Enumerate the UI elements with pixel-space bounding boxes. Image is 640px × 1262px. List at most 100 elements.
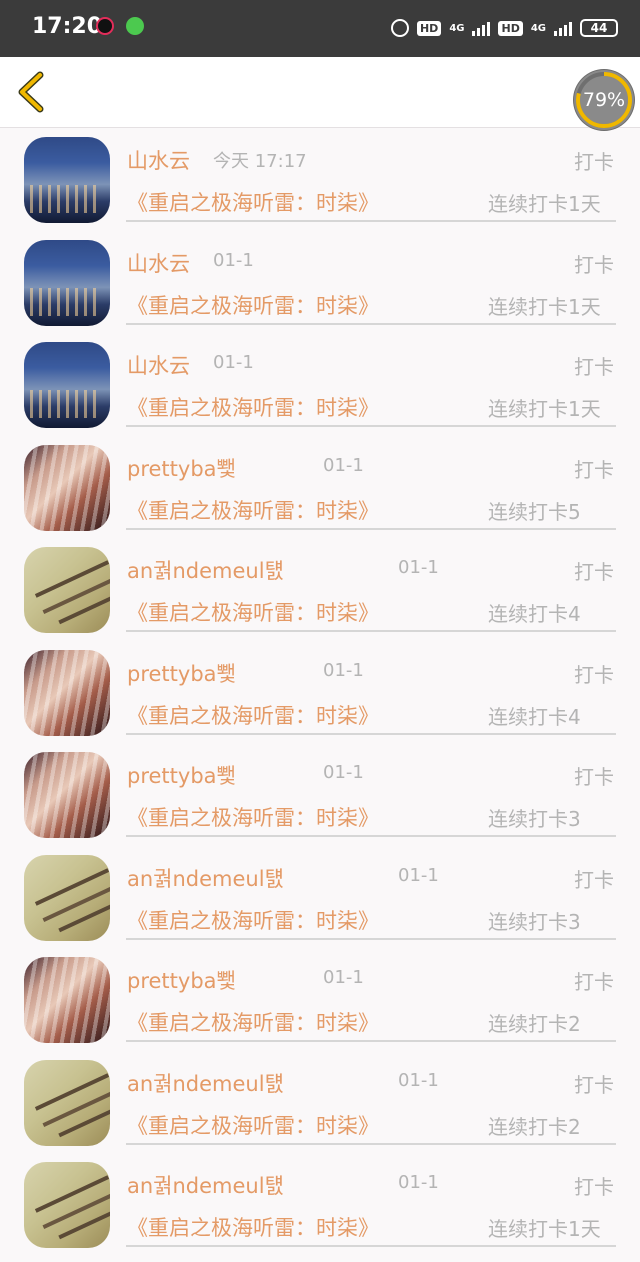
user-name[interactable]: prettyba뾏 bbox=[127, 965, 236, 995]
user-name[interactable]: an궑ndemeul턠 bbox=[127, 863, 284, 893]
book-title[interactable]: 《重启之极海听雷：时柒》 bbox=[127, 802, 379, 832]
checkin-action-label: 打卡 bbox=[574, 662, 614, 687]
checkin-action-label: 打卡 bbox=[574, 560, 614, 584]
avatar[interactable] bbox=[24, 137, 110, 223]
divider bbox=[126, 732, 616, 735]
checkin-action-label: 打卡 bbox=[574, 1072, 614, 1097]
checkin-date: 01-1 bbox=[323, 659, 364, 681]
list-item[interactable]: an궑ndemeul턠 01-1 打卡《重启之极海听雷：时柒》 连续打卡3 bbox=[0, 852, 640, 955]
divider bbox=[126, 425, 616, 427]
battery-icon: 44 bbox=[580, 19, 618, 37]
checkin-action-label: 打卡 bbox=[574, 867, 614, 892]
checkin-action-label: 打卡 bbox=[574, 1175, 614, 1199]
list-item[interactable]: 山水云 01-1 打卡《重启之极海听雷：时柒》 连续打卡1天 bbox=[0, 237, 640, 340]
checkin-date: 01-1 bbox=[398, 557, 439, 578]
list-item[interactable]: an궑ndemeul턠 01-1 打卡《重启之极海听雷：时柒》 连续打卡2 bbox=[0, 1057, 640, 1160]
checkin-streak: 连续打卡2 bbox=[488, 1114, 581, 1139]
checkin-date: 01-1 bbox=[323, 967, 364, 988]
checkin-date: 01-1 bbox=[323, 454, 364, 476]
checkin-streak: 连续打卡1天 bbox=[488, 294, 601, 319]
avatar[interactable] bbox=[24, 752, 110, 838]
user-name[interactable]: an궑ndemeul턠 bbox=[127, 555, 284, 585]
user-name[interactable]: an궑ndemeul턠 bbox=[127, 1068, 284, 1098]
list-item[interactable]: prettyba뾏 01-1 打卡《重启之极海听雷：时柒》 连续打卡4 bbox=[0, 647, 640, 750]
network-type-2: 4G bbox=[530, 22, 546, 34]
avatar[interactable] bbox=[24, 649, 110, 736]
book-title[interactable]: 《重启之极海听雷：时柒》 bbox=[127, 495, 379, 525]
app-notification-icon bbox=[126, 17, 144, 35]
book-title[interactable]: 《重启之极海听雷：时柒》 bbox=[127, 1007, 379, 1037]
checkin-date: 01-1 bbox=[323, 762, 364, 783]
book-title[interactable]: 《重启之极海听雷：时柒》 bbox=[127, 392, 379, 422]
list-item[interactable]: an궑ndemeul턠 01-1 打卡 《重启之极海听雷：时柒》 连续打卡1天 bbox=[0, 1159, 640, 1262]
list-item[interactable]: an궑ndemeul턠 01-1 打卡《重启之极海听雷：时柒》 连续打卡4 bbox=[0, 544, 640, 647]
checkin-date: 今天 17:17 bbox=[213, 151, 307, 172]
book-title[interactable]: 《重启之极海听雷：时柒》 bbox=[127, 700, 379, 730]
user-name[interactable]: 山水云 bbox=[127, 248, 190, 278]
signal-icon-2 bbox=[554, 20, 572, 36]
hd-badge-2: HD bbox=[498, 20, 523, 36]
checkin-date: 01-1 bbox=[213, 249, 254, 271]
checkin-date: 01-1 bbox=[213, 352, 254, 373]
back-button[interactable] bbox=[14, 71, 48, 113]
book-title[interactable]: 《重启之极海听雷：时柒》 bbox=[127, 1212, 379, 1242]
status-indicators: HD 4G HD 4G 44 bbox=[390, 14, 618, 42]
checkin-action-label: 打卡 bbox=[574, 970, 614, 994]
divider bbox=[126, 1142, 616, 1145]
checkin-date: 01-1 bbox=[398, 1069, 439, 1091]
checkin-streak: 连续打卡1天 bbox=[488, 397, 601, 421]
checkin-streak: 连续打卡5 bbox=[488, 499, 581, 524]
chevron-left-icon bbox=[18, 71, 44, 113]
list-item[interactable]: 山水云 01-1 打卡《重启之极海听雷：时柒》 连续打卡1天 bbox=[0, 339, 640, 442]
checkin-action-label: 打卡 bbox=[574, 150, 614, 174]
divider bbox=[126, 937, 616, 940]
checkin-date: 01-1 bbox=[398, 864, 439, 886]
avatar[interactable] bbox=[24, 547, 110, 633]
divider bbox=[126, 630, 616, 632]
network-type: 4G bbox=[449, 22, 465, 34]
avatar[interactable] bbox=[24, 342, 110, 428]
checkin-list: 山水云 今天 17:17 打卡 《重启之极海听雷：时柒》 连续打卡1天 山水云 01-1 打卡… bbox=[0, 134, 640, 1262]
avatar[interactable] bbox=[24, 854, 110, 941]
list-item[interactable]: 山水云 今天 17:17 打卡 《重启之极海听雷：时柒》 连续打卡1天 bbox=[0, 134, 640, 237]
checkin-date: 01-1 bbox=[398, 1172, 439, 1193]
book-title[interactable]: 《重启之极海听雷：时柒》 bbox=[127, 597, 379, 627]
status-bar: 17:20 HD 4G HD 4G 44 bbox=[0, 0, 640, 57]
avatar[interactable] bbox=[24, 239, 110, 326]
progress-label: 79% bbox=[582, 89, 626, 111]
avatar[interactable] bbox=[24, 957, 110, 1043]
divider bbox=[126, 527, 616, 530]
avatar[interactable] bbox=[24, 444, 110, 531]
user-name[interactable]: an궑ndemeul턠 bbox=[127, 1170, 284, 1200]
user-name[interactable]: 山水云 bbox=[127, 350, 190, 380]
alarm-icon bbox=[390, 19, 409, 37]
book-title[interactable]: 《重启之极海听雷：时柒》 bbox=[127, 290, 379, 320]
list-item[interactable]: prettyba뾏 01-1 打卡 《重启之极海听雷：时柒》 连续打卡3 bbox=[0, 749, 640, 852]
divider bbox=[126, 220, 616, 222]
status-time: 17:20 bbox=[32, 14, 103, 39]
divider bbox=[126, 1040, 616, 1042]
checkin-streak: 连续打卡4 bbox=[488, 704, 581, 729]
divider bbox=[126, 322, 616, 325]
checkin-action-label: 打卡 bbox=[574, 355, 614, 379]
avatar[interactable] bbox=[24, 1059, 110, 1146]
user-name[interactable]: 山水云 bbox=[127, 145, 190, 175]
tiktok-icon bbox=[96, 17, 114, 35]
book-title[interactable]: 《重启之极海听雷：时柒》 bbox=[127, 905, 379, 935]
user-name[interactable]: prettyba뾏 bbox=[127, 760, 236, 790]
checkin-action-label: 打卡 bbox=[574, 765, 614, 789]
user-name[interactable]: prettyba뾏 bbox=[127, 453, 236, 483]
signal-icon bbox=[472, 20, 491, 36]
divider bbox=[126, 835, 616, 837]
list-item[interactable]: prettyba뾏 01-1 打卡 《重启之极海听雷：时柒》 连续打卡5 bbox=[0, 442, 640, 545]
user-name[interactable]: prettyba뾏 bbox=[127, 658, 236, 688]
book-title[interactable]: 《重启之极海听雷：时柒》 bbox=[127, 1110, 379, 1140]
checkin-action-label: 打卡 bbox=[574, 252, 614, 277]
reading-progress-ring[interactable]: 79% bbox=[574, 70, 634, 130]
book-title[interactable]: 《重启之极海听雷：时柒》 bbox=[127, 187, 379, 217]
checkin-streak: 连续打卡4 bbox=[488, 602, 581, 626]
list-item[interactable]: prettyba뾏 01-1 打卡《重启之极海听雷：时柒》 连续打卡2 bbox=[0, 954, 640, 1057]
checkin-streak: 连续打卡2 bbox=[488, 1012, 581, 1036]
checkin-streak: 连续打卡3 bbox=[488, 909, 581, 934]
avatar[interactable] bbox=[24, 1162, 110, 1248]
